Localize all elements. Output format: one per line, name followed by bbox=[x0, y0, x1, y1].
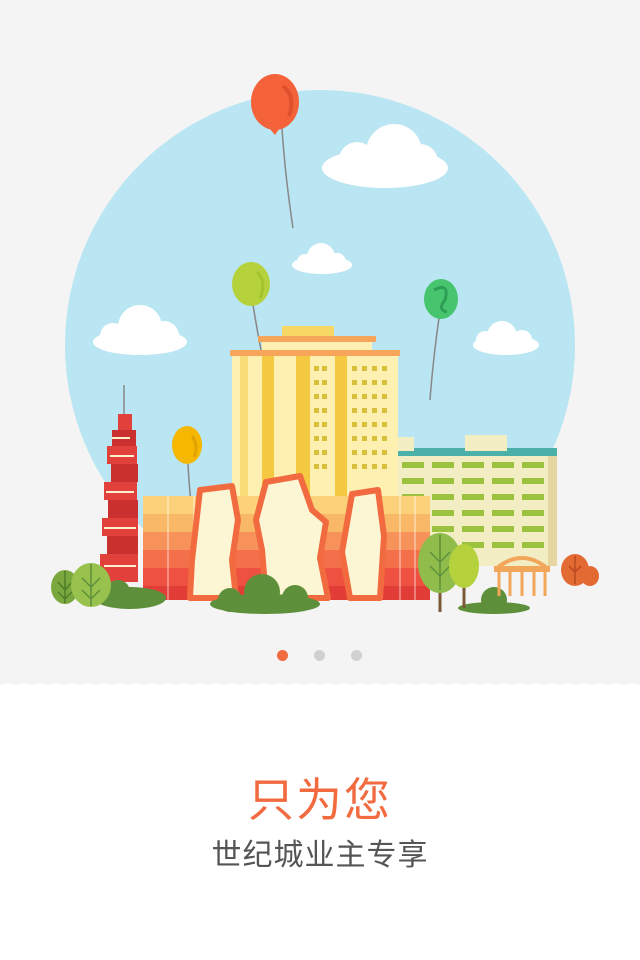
tree-icon bbox=[561, 554, 599, 586]
bush-icon bbox=[458, 587, 530, 614]
balloon-icon bbox=[424, 279, 458, 319]
tree-icon bbox=[71, 563, 111, 607]
page-dot[interactable] bbox=[351, 650, 362, 661]
page-dot[interactable] bbox=[314, 650, 325, 661]
slide-subtitle: 世纪城业主专享 bbox=[211, 838, 429, 873]
tree-icon bbox=[449, 544, 479, 608]
page-indicator bbox=[0, 650, 640, 662]
wave-divider bbox=[0, 683, 640, 694]
balloon-icon bbox=[172, 426, 202, 464]
city-illustration bbox=[51, 74, 599, 614]
stone-sculptures bbox=[187, 473, 387, 601]
slide-title: 只为您 bbox=[248, 773, 392, 827]
illustration-panel bbox=[0, 0, 640, 692]
tower-building-center bbox=[230, 326, 400, 512]
page-dot-active[interactable] bbox=[277, 650, 288, 661]
balloon-icon bbox=[232, 262, 270, 306]
